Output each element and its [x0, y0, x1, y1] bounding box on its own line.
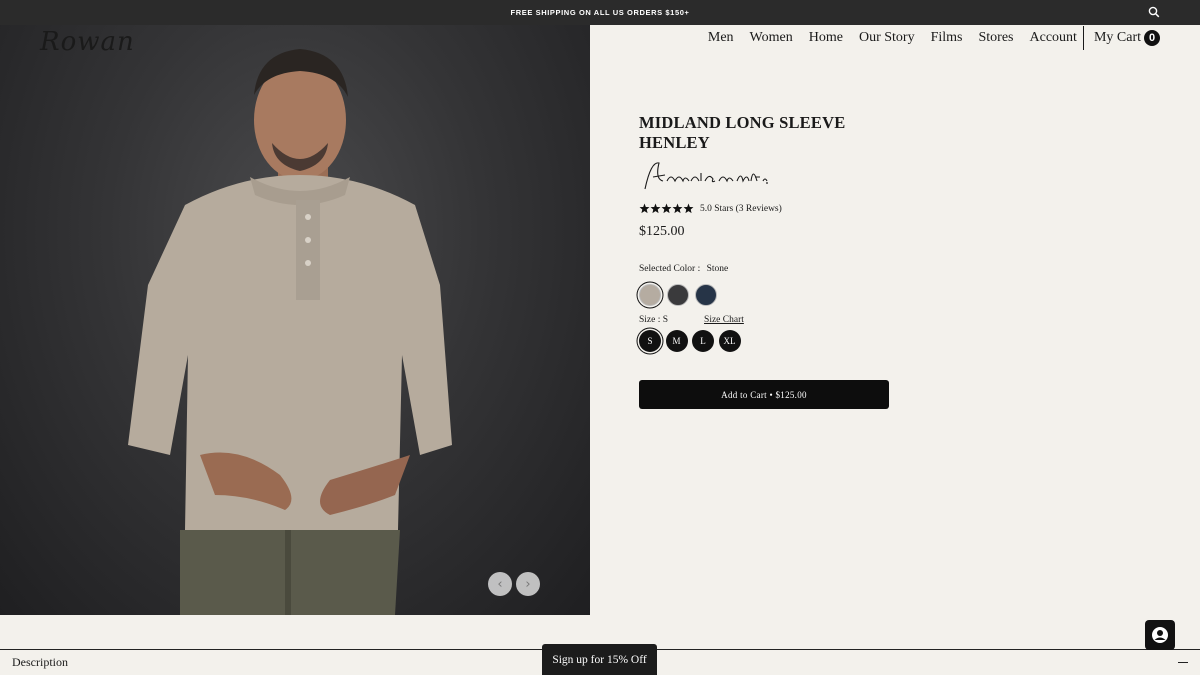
- product-panel: MIDLAND LONG SLEEVE HENLEY 5.0 Stars (3 …: [639, 113, 889, 409]
- star-icon: [683, 203, 694, 214]
- color-swatch-stone[interactable]: [639, 284, 661, 306]
- size-option-s[interactable]: S: [639, 330, 661, 352]
- nav-item-stores[interactable]: Stores: [979, 30, 1014, 46]
- description-label: Description: [12, 655, 68, 669]
- size-chart-link[interactable]: Size Chart: [704, 315, 744, 325]
- nav-divider: [1082, 26, 1084, 50]
- selected-color: Stone: [706, 264, 729, 274]
- color-swatch-charcoal[interactable]: [667, 284, 689, 306]
- star-icon: [650, 203, 661, 214]
- chat-button[interactable]: [1145, 620, 1175, 650]
- size-options: S M L XL: [639, 330, 889, 352]
- size-option-m[interactable]: M: [665, 330, 688, 352]
- search-icon[interactable]: [1148, 6, 1160, 18]
- nav-item-women[interactable]: Women: [750, 30, 793, 46]
- carousel-next-button[interactable]: ›: [516, 572, 540, 596]
- american-made-script: [644, 162, 768, 190]
- color-swatch-navy[interactable]: [695, 284, 717, 306]
- model-photo: [128, 49, 452, 615]
- signup-popup-button[interactable]: Sign up for 15% Off: [542, 644, 657, 675]
- color-swatches: [639, 284, 889, 306]
- chevron-right-icon: ›: [525, 576, 531, 592]
- star-icon: [639, 203, 650, 214]
- size-option-xl[interactable]: XL: [718, 330, 741, 352]
- star-icon: [661, 203, 672, 214]
- product-rating[interactable]: 5.0 Stars (3 Reviews): [639, 203, 889, 214]
- size-label: Size : S: [639, 315, 669, 325]
- product-title: MIDLAND LONG SLEEVE HENLEY: [639, 113, 846, 152]
- cart-count-badge: 0: [1144, 30, 1160, 46]
- color-label-row: Selected Color : Stone: [639, 264, 889, 274]
- add-to-cart-button[interactable]: Add to Cart • $125.00: [639, 380, 889, 409]
- product-price: $125.00: [639, 224, 685, 239]
- promo-bar: FREE SHIPPING ON ALL US ORDERS $150+: [0, 0, 1200, 25]
- nav-item-home[interactable]: Home: [809, 30, 843, 46]
- star-icon: [672, 203, 683, 214]
- minus-icon[interactable]: [1178, 661, 1188, 664]
- color-label: Selected Color :: [639, 264, 701, 274]
- cart-button[interactable]: My Cart 0: [1094, 30, 1160, 46]
- main-nav: Men Women Home Our Story Films Stores Ac…: [692, 26, 1160, 50]
- brand-logo[interactable]: Rowan: [40, 27, 135, 57]
- product-image: Rowan ‹ ›: [0, 25, 590, 615]
- chevron-left-icon: ‹: [497, 576, 503, 592]
- nav-item-account[interactable]: Account: [1030, 30, 1077, 46]
- size-option-l[interactable]: L: [692, 330, 714, 352]
- nav-item-men[interactable]: Men: [708, 30, 734, 46]
- promo-text: FREE SHIPPING ON ALL US ORDERS $150+: [510, 8, 690, 17]
- nav-item-our-story[interactable]: Our Story: [859, 30, 915, 46]
- american-made-signature: [639, 159, 889, 193]
- rating-text: 5.0 Stars (3 Reviews): [700, 203, 782, 214]
- cart-label: My Cart: [1093, 30, 1141, 45]
- nav-item-films[interactable]: Films: [931, 30, 963, 46]
- user-chat-icon: [1152, 627, 1168, 643]
- rating-stars: [639, 203, 694, 214]
- size-label-row: Size : S Size Chart: [639, 315, 889, 325]
- carousel-prev-button[interactable]: ‹: [488, 572, 512, 596]
